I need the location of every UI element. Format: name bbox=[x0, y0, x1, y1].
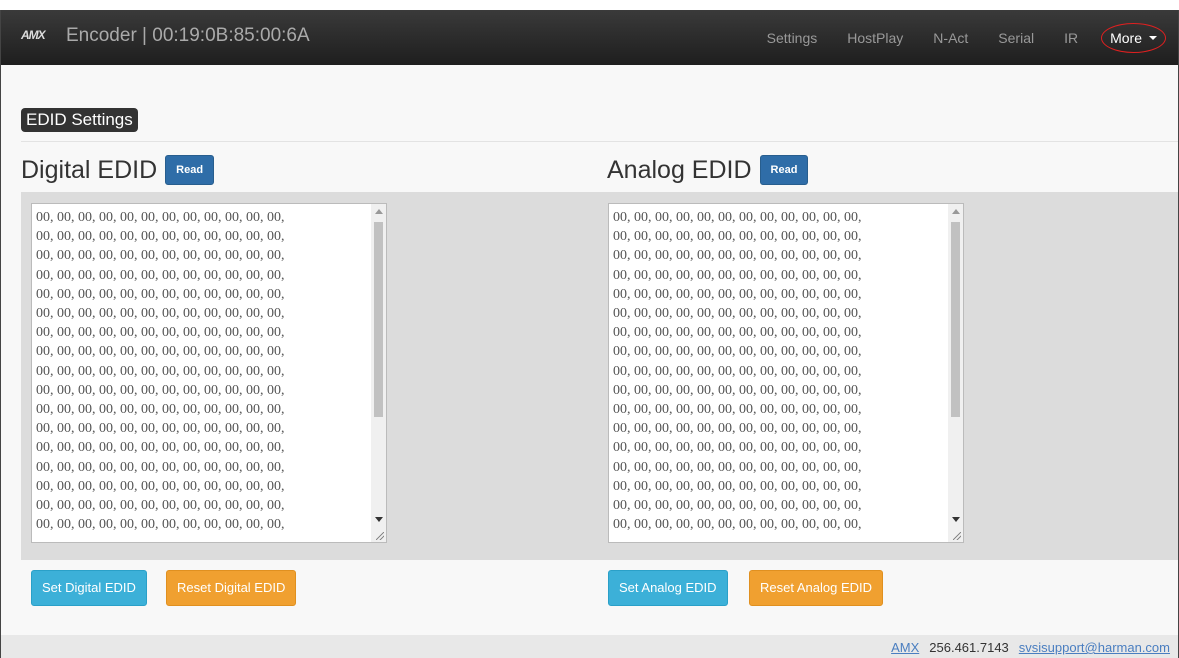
digital-scrollbar[interactable] bbox=[371, 204, 386, 542]
divider bbox=[21, 141, 1178, 142]
scroll-down-icon[interactable] bbox=[375, 517, 383, 522]
more-dropdown[interactable]: More bbox=[1101, 22, 1166, 53]
digital-edid-title: Digital EDID bbox=[21, 155, 158, 184]
analog-edid-content: 00, 00, 00, 00, 00, 00, 00, 00, 00, 00, … bbox=[613, 210, 862, 533]
amx-link[interactable]: AMX bbox=[891, 640, 919, 655]
scroll-up-icon[interactable] bbox=[952, 209, 960, 214]
support-phone: 256.461.7143 bbox=[929, 640, 1009, 655]
section-title: EDID Settings bbox=[21, 108, 138, 132]
scroll-thumb[interactable] bbox=[374, 222, 383, 417]
nav-settings[interactable]: Settings bbox=[767, 30, 818, 46]
digital-edid-textarea[interactable]: 00, 00, 00, 00, 00, 00, 00, 00, 00, 00, … bbox=[31, 203, 387, 543]
digital-edid-content: 00, 00, 00, 00, 00, 00, 00, 00, 00, 00, … bbox=[36, 210, 285, 533]
analog-edid-title: Analog EDID bbox=[607, 155, 752, 184]
reset-digital-edid-button[interactable]: Reset Digital EDID bbox=[166, 570, 297, 606]
scroll-up-icon[interactable] bbox=[375, 209, 383, 214]
nav-serial[interactable]: Serial bbox=[998, 30, 1034, 46]
resize-grip-icon[interactable] bbox=[953, 532, 961, 540]
footer: AMX 256.461.7143 svsisupport@harman.com bbox=[1, 635, 1178, 658]
caret-down-icon bbox=[1149, 35, 1157, 40]
nav-n-act[interactable]: N-Act bbox=[933, 30, 968, 46]
navbar: AMX Encoder | 00:19:0B:85:00:6A Settings… bbox=[1, 10, 1178, 65]
nav-hostplay[interactable]: HostPlay bbox=[847, 30, 903, 46]
set-digital-edid-button[interactable]: Set Digital EDID bbox=[31, 570, 147, 606]
scroll-thumb[interactable] bbox=[951, 222, 960, 417]
amx-logo[interactable]: AMX bbox=[21, 28, 46, 42]
scroll-down-icon[interactable] bbox=[952, 517, 960, 522]
app-frame: AMX Encoder | 00:19:0B:85:00:6A Settings… bbox=[0, 10, 1179, 658]
analog-edid-textarea[interactable]: 00, 00, 00, 00, 00, 00, 00, 00, 00, 00, … bbox=[608, 203, 964, 543]
more-label: More bbox=[1110, 29, 1142, 46]
analog-edid-header: Analog EDID Read bbox=[607, 155, 809, 185]
nav-ir[interactable]: IR bbox=[1064, 30, 1078, 46]
device-title[interactable]: Encoder | 00:19:0B:85:00:6A bbox=[66, 25, 310, 47]
support-email-link[interactable]: svsisupport@harman.com bbox=[1019, 640, 1170, 655]
digital-read-button[interactable]: Read bbox=[165, 155, 215, 185]
analog-scrollbar[interactable] bbox=[948, 204, 963, 542]
reset-analog-edid-button[interactable]: Reset Analog EDID bbox=[749, 570, 884, 606]
nav-menu: Settings HostPlay N-Act Serial IR More bbox=[752, 10, 1178, 65]
digital-edid-header: Digital EDID Read bbox=[21, 155, 215, 185]
analog-read-button[interactable]: Read bbox=[759, 155, 809, 185]
set-analog-edid-button[interactable]: Set Analog EDID bbox=[608, 570, 728, 606]
resize-grip-icon[interactable] bbox=[376, 532, 384, 540]
